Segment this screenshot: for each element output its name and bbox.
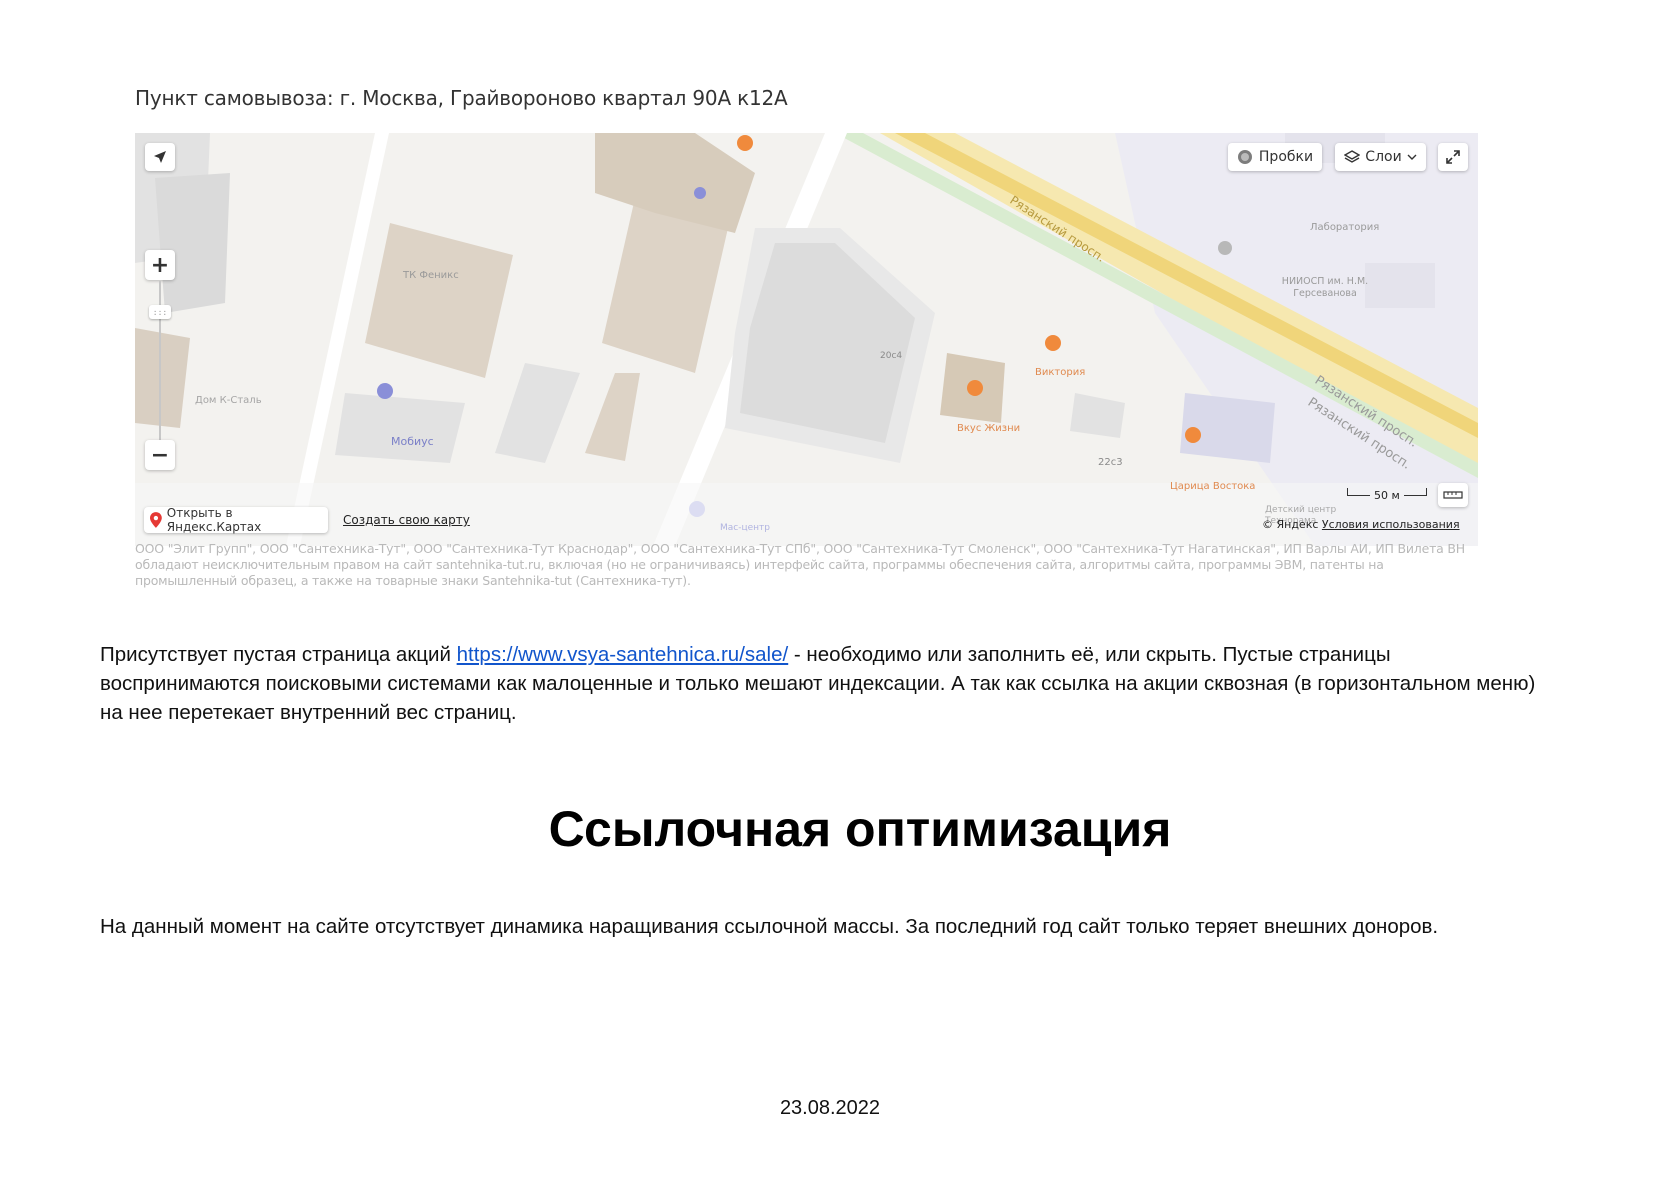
map-label-tsaritsa: Царица Востока <box>1170 481 1256 492</box>
scale-line-left <box>1347 488 1370 496</box>
expand-icon <box>1446 150 1460 164</box>
map-canvas <box>135 133 1478 546</box>
zoom-in-button[interactable]: + <box>145 250 175 280</box>
paragraph1-lead: Присутствует пустая страница акций <box>100 643 457 666</box>
map-label-vkus-zhizni: Вкус Жизни <box>957 423 1021 434</box>
zoom-out-button[interactable]: − <box>145 440 175 470</box>
navigation-arrow-icon <box>154 151 166 163</box>
map-label-22s3: 22с3 <box>1098 457 1123 468</box>
map-label-20s4: 20с4 <box>880 351 903 361</box>
scale-bar: 50 м <box>1347 487 1427 503</box>
open-in-yandex-maps-button[interactable]: Открыть в Яндекс.Картах <box>144 506 328 534</box>
create-map-link[interactable]: Создать свою карту <box>343 513 470 527</box>
map-screenshot: ТК Феникс Мобиус Дом К-Сталь Виктория Вк… <box>135 133 1478 546</box>
map-label-phoenix: ТК Феникс <box>403 270 459 281</box>
map-pin-icon <box>150 512 162 528</box>
ruler-icon <box>1443 491 1463 499</box>
screenshot-caption: Пункт самовывоза: г. Москва, Грайворонов… <box>135 86 788 110</box>
sale-page-link[interactable]: https://www.vsya-santehnica.ru/sale/ <box>457 643 789 666</box>
map-label-mobius: Мобиус <box>391 435 434 448</box>
map-copyright: © Яндекс Условия использования <box>1262 518 1460 531</box>
section-heading: Ссылочная оптимизация <box>548 801 1172 857</box>
layers-button[interactable]: Слои <box>1335 143 1426 171</box>
chevron-down-icon <box>1407 154 1417 160</box>
locate-button[interactable] <box>145 143 175 171</box>
scale-line-right <box>1403 488 1427 496</box>
traffic-label: Пробки <box>1258 149 1314 165</box>
map-label-laboratoriya: Лаборатория <box>1310 222 1380 233</box>
ruler-button[interactable] <box>1438 483 1468 507</box>
map-label-victoria: Виктория <box>1035 367 1086 378</box>
copyright-text: © Яндекс <box>1262 518 1319 531</box>
map-label-dom-k-stal: Дом К-Сталь <box>195 395 262 406</box>
traffic-button[interactable]: Пробки <box>1228 143 1322 171</box>
paragraph-empty-sale-page: Присутствует пустая страница акций https… <box>100 640 1540 727</box>
paragraph-link-mass: На данный момент на сайте отсутствует ди… <box>100 915 1439 938</box>
footer-date: 23.08.2022 <box>779 1097 881 1119</box>
open-in-yandex-label: Открыть в Яндекс.Картах <box>166 506 262 534</box>
map-label-mas-center: Мас-центр <box>720 523 770 533</box>
zoom-slider-handle[interactable]: ::: <box>149 305 171 319</box>
fullscreen-button[interactable] <box>1438 143 1468 171</box>
terms-link[interactable]: Условия использования <box>1322 518 1460 531</box>
layers-label: Слои <box>1365 149 1402 165</box>
layers-icon <box>1344 150 1361 163</box>
traffic-light-icon <box>1237 150 1252 164</box>
legal-notice: ООО "Элит Групп", ООО "Сантехника-Тут", … <box>135 541 1465 588</box>
map-label-niiosp: НИИОСП им. Н.М. Герсеванова <box>1281 276 1369 299</box>
scale-label: 50 м <box>1374 488 1400 502</box>
